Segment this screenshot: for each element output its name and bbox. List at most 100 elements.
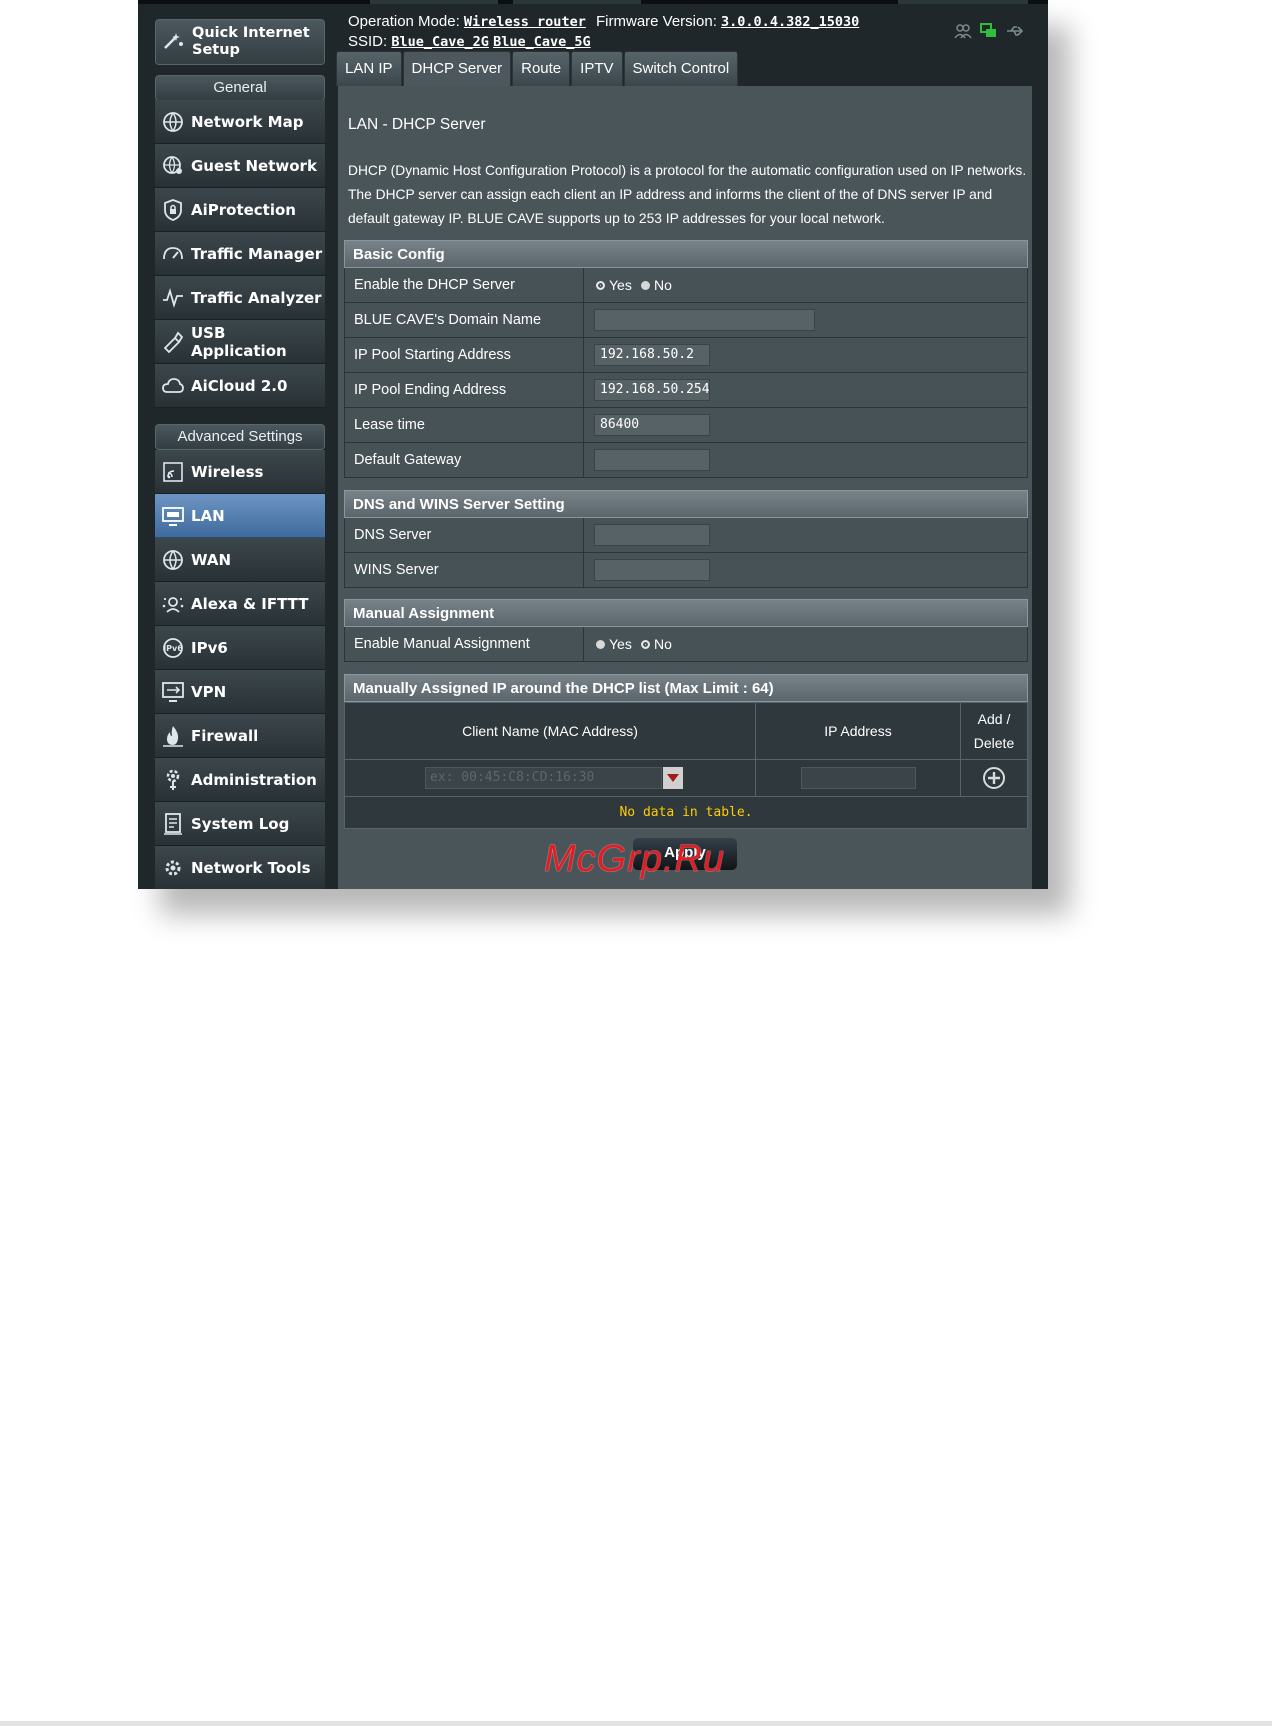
usb-icon[interactable] <box>1006 23 1024 44</box>
manual-list-header: Manually Assigned IP around the DHCP lis… <box>344 674 1028 702</box>
sidebar-item-alexa-ifttt[interactable]: Alexa & IFTTT <box>155 582 325 626</box>
sidebar-item-system-log[interactable]: System Log <box>155 802 325 846</box>
default-gateway-row: Default Gateway <box>344 443 1028 478</box>
sidebar-item-lan[interactable]: LAN <box>155 494 325 538</box>
ssid-5g-link[interactable]: Blue_Cave_5G <box>493 34 591 50</box>
tab-dhcp-server[interactable]: DHCP Server <box>402 51 512 86</box>
manual-no-radio[interactable]: No <box>641 627 672 661</box>
sidebar-item-label: IPv6 <box>191 638 228 657</box>
lan-monitor-icon <box>161 504 185 528</box>
lease-time-input[interactable]: 86400 <box>594 414 710 436</box>
gauge-icon <box>161 242 185 266</box>
tab-bar: LAN IP DHCP Server Route IPTV Switch Control <box>336 51 739 86</box>
sidebar-item-label: System Log <box>191 814 290 833</box>
sidebar-item-aiprotection[interactable]: AiProtection <box>155 188 325 232</box>
dns-server-input[interactable] <box>594 524 710 546</box>
sidebar-item-wireless[interactable]: Wireless <box>155 450 325 494</box>
manual-ip-input[interactable] <box>801 767 916 789</box>
network-status-icon[interactable] <box>980 23 998 44</box>
sidebar-item-ipv6[interactable]: IPv6 IPv6 <box>155 626 325 670</box>
manual-yes-label: Yes <box>609 636 632 652</box>
sidebar-item-label: Traffic Manager <box>191 244 323 263</box>
router-admin-window: Quick Internet Setup General Network Map… <box>138 0 1048 889</box>
radio-unselected-icon <box>596 639 605 649</box>
sidebar-item-guest-network[interactable]: Guest Network <box>155 144 325 188</box>
sidebar-item-aicloud-2-0[interactable]: AiCloud 2.0 <box>155 364 325 408</box>
tab-switch-control[interactable]: Switch Control <box>623 51 739 86</box>
dhcp-yes-label: Yes <box>609 277 632 293</box>
lease-time-row: Lease time 86400 <box>344 408 1028 443</box>
ip-pool-start-row: IP Pool Starting Address 192.168.50.2 <box>344 338 1028 373</box>
sidebar-item-label: AiCloud 2.0 <box>191 376 288 395</box>
ssid-2g-link[interactable]: Blue_Cave_2G <box>391 34 489 50</box>
sidebar-item-vpn[interactable]: VPN <box>155 670 325 714</box>
add-delete-label-line2: Delete <box>973 735 1015 751</box>
ip-pool-start-input[interactable]: 192.168.50.2 <box>594 344 710 366</box>
default-gateway-input[interactable] <box>594 449 710 471</box>
ipv6-icon: IPv6 <box>161 636 185 660</box>
sidebar-item-label: Network Map <box>191 112 304 131</box>
sidebar-item-usb-application[interactable]: USB Application <box>155 320 325 364</box>
mac-input-cell: ex: 00:45:C8:CD:16:30 <box>345 760 756 796</box>
ip-pool-end-input[interactable]: 192.168.50.254 <box>594 379 710 401</box>
add-delete-label-line1: Add / <box>977 711 1011 727</box>
puzzle-icon <box>161 330 185 354</box>
dhcp-yes-radio[interactable]: Yes <box>596 268 632 302</box>
wins-server-input[interactable] <box>594 559 710 581</box>
quick-internet-setup-button[interactable]: Quick Internet Setup <box>155 19 325 65</box>
admin-gear-icon <box>161 768 185 792</box>
domain-name-row: BLUE CAVE's Domain Name <box>344 303 1028 338</box>
domain-name-input[interactable] <box>594 309 815 331</box>
sidebar-item-label: Firewall <box>191 726 259 745</box>
sidebar-item-label: WAN <box>191 550 232 569</box>
sidebar-item-network-map[interactable]: Network Map <box>155 100 325 144</box>
ssid-label: SSID: <box>348 33 388 50</box>
status-header: Operation Mode: Wireless router Firmware… <box>348 12 859 52</box>
tab-lan-ip[interactable]: LAN IP <box>336 51 402 86</box>
manual-yes-radio[interactable]: Yes <box>596 627 632 661</box>
client-name-column: Client Name (MAC Address) <box>345 703 756 759</box>
tab-iptv[interactable]: IPTV <box>571 51 623 86</box>
watermark: McGrp.Ru <box>544 838 726 880</box>
radio-unselected-icon <box>641 280 650 290</box>
firmware-version-label: Firmware Version: <box>596 13 717 30</box>
basic-config-header: Basic Config <box>344 240 1028 268</box>
add-cell <box>961 760 1027 796</box>
sidebar-item-traffic-analyzer[interactable]: Traffic Analyzer <box>155 276 325 320</box>
tools-gear-icon <box>161 856 185 880</box>
top-strip <box>138 0 1048 4</box>
operation-mode-link[interactable]: Wireless router <box>464 14 586 30</box>
lease-time-label: Lease time <box>345 408 584 442</box>
sidebar-item-wan[interactable]: WAN <box>155 538 325 582</box>
sidebar-item-firewall[interactable]: Firewall <box>155 714 325 758</box>
mac-address-input[interactable]: ex: 00:45:C8:CD:16:30 <box>425 767 662 789</box>
page-description: DHCP (Dynamic Host Configuration Protoco… <box>348 163 1027 226</box>
sidebar-item-network-tools[interactable]: Network Tools <box>155 846 325 889</box>
globe-icon <box>161 548 185 572</box>
page-title: LAN - DHCP Server <box>348 116 486 133</box>
chevron-down-icon <box>667 774 679 782</box>
dhcp-no-radio[interactable]: No <box>641 268 672 302</box>
sidebar-item-label: Guest Network <box>191 156 317 175</box>
sidebar-item-label: AiProtection <box>191 200 296 219</box>
status-icons <box>954 23 1024 44</box>
ip-input-cell <box>756 760 961 796</box>
radio-selected-icon <box>641 639 650 649</box>
svg-text:IPv6: IPv6 <box>163 644 183 653</box>
sidebar-item-label: Network Tools <box>191 858 311 877</box>
sidebar-item-traffic-manager[interactable]: Traffic Manager <box>155 232 325 276</box>
operation-mode-label: Operation Mode: <box>348 13 460 30</box>
add-circle-icon[interactable] <box>982 766 1006 790</box>
clients-icon[interactable] <box>954 23 972 44</box>
sidebar-item-label: LAN <box>191 506 225 525</box>
sidebar-item-label: VPN <box>191 682 227 701</box>
sidebar-item-label: Wireless <box>191 462 264 481</box>
quick-internet-setup-label: Quick Internet Setup <box>192 25 310 58</box>
enable-manual-row: Enable Manual Assignment Yes No <box>344 627 1028 662</box>
client-dropdown-button[interactable] <box>663 767 683 789</box>
add-delete-column: Add / Delete <box>961 703 1027 759</box>
tab-route[interactable]: Route <box>512 51 571 86</box>
domain-name-label: BLUE CAVE's Domain Name <box>345 303 584 337</box>
sidebar-item-administration[interactable]: Administration <box>155 758 325 802</box>
firmware-version-link[interactable]: 3.0.0.4.382_15030 <box>721 14 859 30</box>
